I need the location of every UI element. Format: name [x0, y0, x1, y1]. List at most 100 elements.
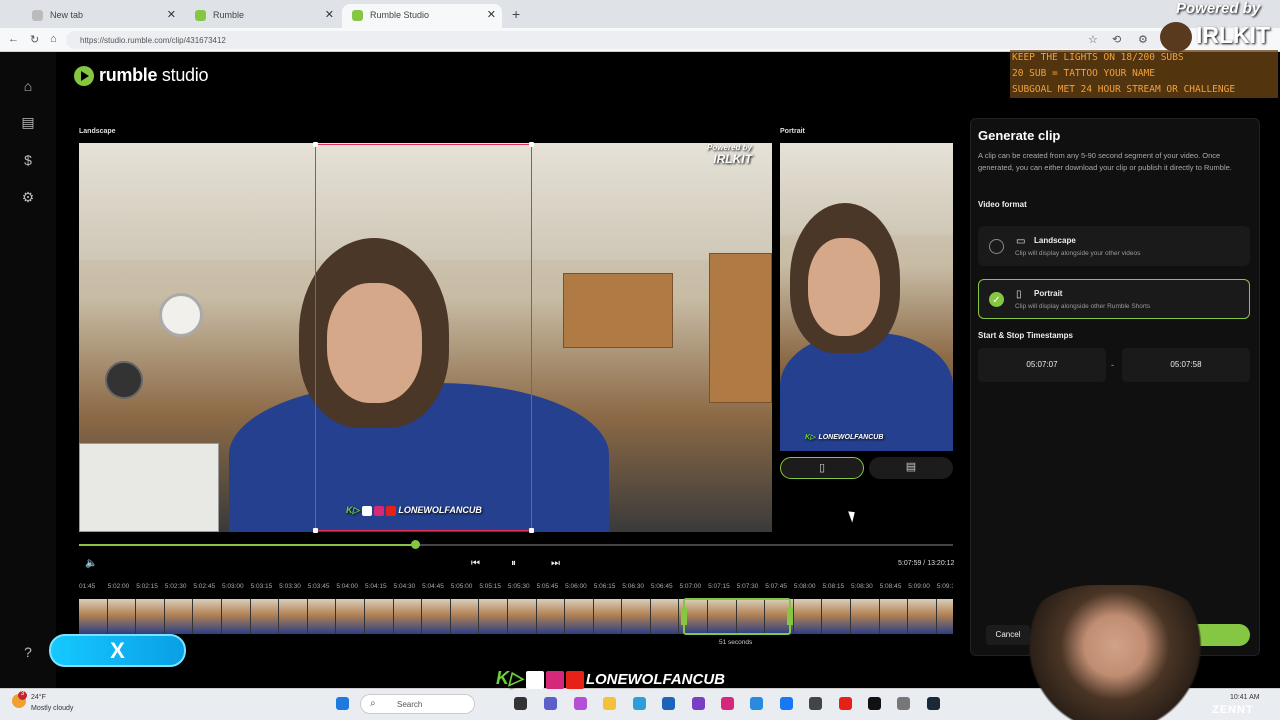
new-tab-icon[interactable]: +: [512, 6, 520, 22]
timeline-tick: 5:05:00: [450, 583, 473, 590]
taskbar-search[interactable]: Search: [360, 694, 475, 714]
teams-icon[interactable]: [544, 697, 557, 710]
check-icon[interactable]: ✓: [989, 292, 1004, 307]
facebook-icon[interactable]: [780, 697, 793, 710]
tab-new-tab[interactable]: New tab ✕: [22, 4, 182, 28]
edge-icon[interactable]: [633, 697, 646, 710]
crop-handle[interactable]: [529, 528, 534, 533]
netflix-icon[interactable]: [868, 697, 881, 710]
outlook-icon[interactable]: [662, 697, 675, 710]
kitchen-cabinet: [563, 273, 673, 348]
panel-description: A clip can be created from any 5-90 seco…: [978, 151, 1232, 172]
person-face: [808, 238, 880, 336]
previous-icon[interactable]: ⏮: [471, 558, 480, 569]
timeline-tick: 5:06:30: [622, 583, 644, 590]
crop-handle[interactable]: [313, 528, 318, 533]
pause-icon[interactable]: ⏸: [511, 558, 516, 569]
portrait-icon: ▯: [1016, 289, 1022, 300]
timeline-thumbnail: [793, 599, 823, 634]
task-view-icon[interactable]: [514, 697, 527, 710]
monetization-icon[interactable]: $: [19, 152, 37, 170]
portrait-format-button[interactable]: ▯: [780, 457, 864, 479]
timeline-thumbnail: [622, 599, 651, 634]
app-icon[interactable]: [897, 697, 910, 710]
timeline-thumbnail: [393, 599, 423, 634]
timeline-tick: 5:05:45: [536, 583, 559, 590]
kitchen-cabinet: [709, 253, 772, 403]
kick-icon: K▷: [346, 505, 360, 515]
selection-start-handle[interactable]: [681, 608, 687, 625]
settings-icon[interactable]: ⚙: [19, 189, 37, 207]
youtube-icon: [386, 505, 397, 516]
app-icon[interactable]: [809, 697, 822, 710]
tab-rumble-studio[interactable]: Rumble Studio ✕: [342, 4, 502, 28]
clip-selection-window[interactable]: [681, 598, 793, 635]
selection-end-handle[interactable]: [787, 608, 793, 625]
timeline-thumbnails[interactable]: [79, 599, 953, 634]
timeline-thumbnail: [479, 599, 508, 634]
tab-title: Rumble Studio: [370, 10, 430, 20]
profile-icon[interactable]: ⚙: [1138, 33, 1148, 46]
instagram-icon[interactable]: [721, 697, 734, 710]
x-icon: [525, 671, 544, 690]
brand-name: rumble: [99, 65, 158, 85]
timeline-tick: 5:08:45: [879, 583, 902, 590]
notification-badge: 3: [18, 691, 27, 700]
back-icon[interactable]: ←: [8, 33, 19, 45]
timeline-thumbnail: [450, 599, 480, 634]
progress-scrubber[interactable]: [411, 540, 420, 549]
option-subtitle: Clip will display alongside other Rumble…: [1015, 303, 1151, 310]
portrait-video-preview[interactable]: K▷ LONEWOLFANCUB: [780, 143, 953, 451]
copilot-icon[interactable]: [574, 697, 587, 710]
timeline-thumbnail: [565, 599, 594, 634]
rumble-icon: [352, 10, 363, 21]
extensions-icon[interactable]: ⟲: [1112, 33, 1121, 46]
reload-icon[interactable]: ↻: [30, 33, 39, 46]
radio-unchecked-icon[interactable]: [989, 239, 1004, 254]
crop-handle[interactable]: [313, 142, 318, 147]
close-icon[interactable]: ✕: [487, 8, 496, 21]
timeline-tick: 5:03:15: [250, 583, 273, 590]
timeline-thumbnail: [279, 599, 308, 634]
rumble-studio-logo[interactable]: rumble studio: [74, 65, 209, 87]
tab-title: New tab: [50, 10, 84, 20]
tab-title: Rumble: [213, 10, 245, 20]
home-icon[interactable]: ⌂: [19, 78, 37, 96]
wall-clock: [159, 293, 203, 337]
app-icon[interactable]: [750, 697, 763, 710]
close-icon[interactable]: ✕: [325, 8, 334, 21]
portrait-option[interactable]: ✓ ▯ Portrait Clip will display alongside…: [978, 279, 1250, 319]
close-icon[interactable]: ✕: [167, 8, 176, 21]
tab-rumble[interactable]: Rumble ✕: [185, 4, 340, 28]
brand-suffix: studio: [161, 65, 209, 85]
crop-handle[interactable]: [529, 142, 534, 147]
timeline-tick: 5:02:30: [164, 583, 187, 590]
timeline-thumbnail: [336, 599, 365, 634]
landscape-option[interactable]: ▭ Landscape Clip will display alongside …: [978, 226, 1250, 266]
start-timestamp-input[interactable]: 05:07:07: [978, 348, 1106, 382]
file-explorer-icon[interactable]: [603, 697, 616, 710]
timeline-thumbnail: [422, 599, 451, 634]
portrait-crop-box[interactable]: K▷ LONEWOLFANCUB: [313, 142, 534, 533]
youtube-icon[interactable]: [839, 697, 852, 710]
url-input[interactable]: https://studio.rumble.com/clip/431673412: [66, 31, 1166, 49]
stop-timestamp-input[interactable]: 05:07:58: [1122, 348, 1250, 382]
help-icon[interactable]: ?: [19, 644, 37, 662]
timeline-thumbnail: [851, 599, 880, 634]
social-overlay: K▷ LONEWOLFANCUB: [805, 434, 884, 441]
timeline-tick: 5:08:00: [793, 583, 816, 590]
star-icon[interactable]: ☆: [1088, 33, 1098, 46]
browser-tab-bar: New tab ✕ Rumble ✕ Rumble Studio ✕ +: [0, 0, 1280, 28]
timeline-tick: 5:07:15: [708, 583, 730, 590]
app-icon[interactable]: [692, 697, 705, 710]
steam-icon[interactable]: [927, 697, 940, 710]
volume-icon[interactable]: 🔈: [85, 558, 97, 569]
next-icon[interactable]: ⏭: [551, 558, 560, 569]
windows-start-icon[interactable]: [336, 697, 349, 710]
timeline-tick: 5:03:45: [307, 583, 330, 590]
home-icon[interactable]: ⌂: [50, 33, 57, 45]
library-icon[interactable]: ▤: [19, 114, 37, 132]
weather-desc: Mostly cloudy: [31, 705, 74, 712]
split-format-button[interactable]: ▤: [869, 457, 953, 479]
timeline-thumbnail: [193, 599, 222, 634]
